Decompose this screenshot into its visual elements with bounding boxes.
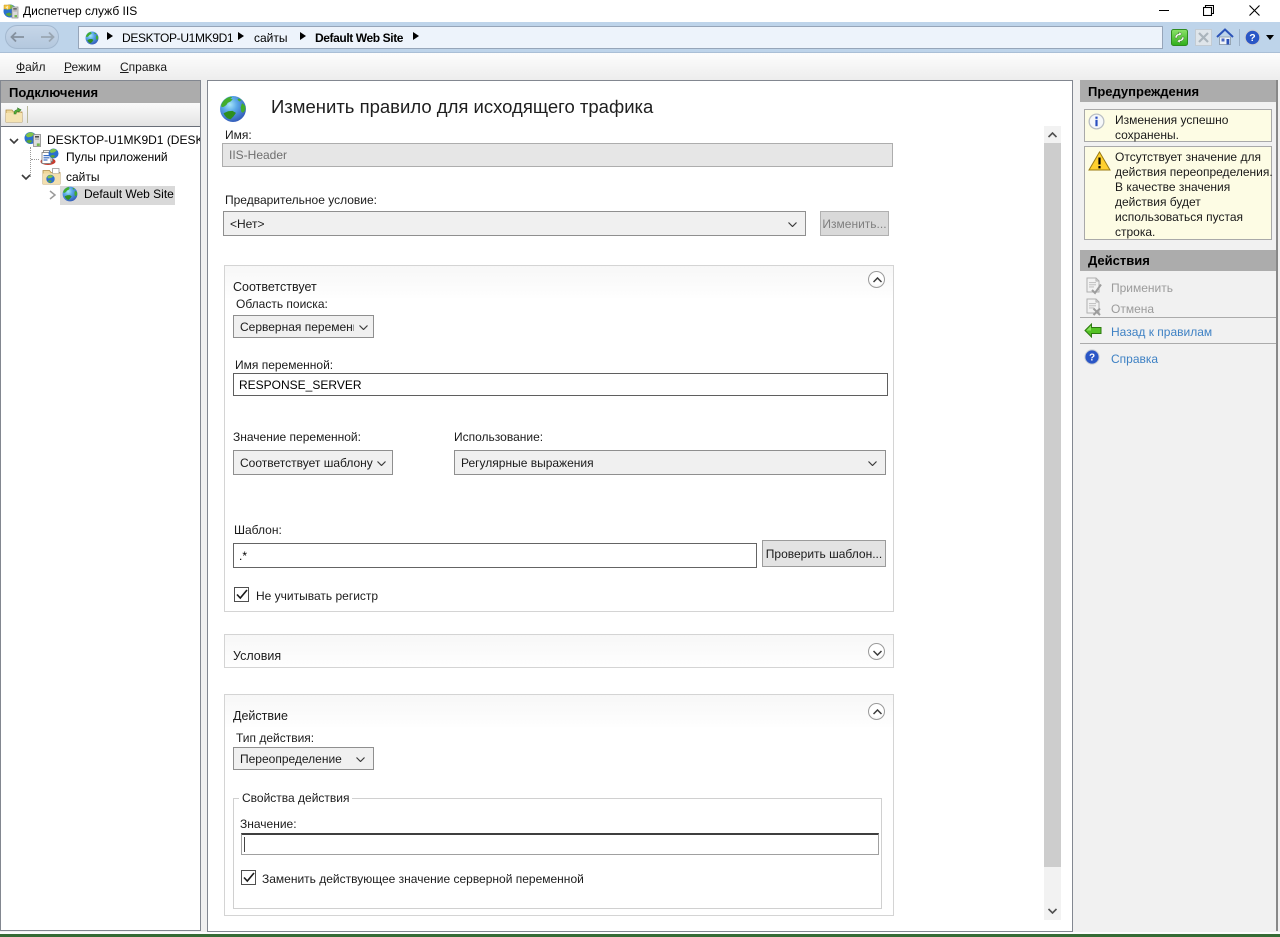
svg-text:?: ? — [1089, 353, 1095, 364]
svg-text:?: ? — [1249, 32, 1255, 44]
